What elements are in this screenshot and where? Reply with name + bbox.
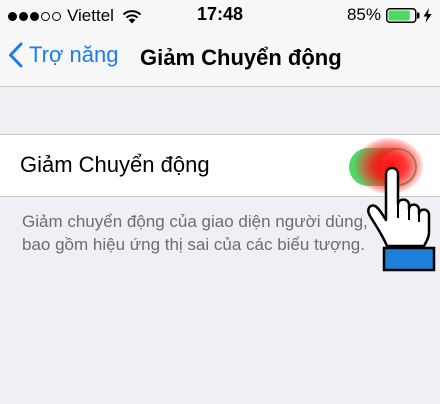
status-right: 85% bbox=[347, 5, 432, 25]
back-label: Trợ năng bbox=[29, 42, 119, 67]
back-button[interactable]: Trợ năng bbox=[8, 42, 118, 68]
battery-percent: 85% bbox=[346, 5, 381, 24]
charging-bolt-icon bbox=[423, 7, 432, 23]
navigation-bar: Trợ năng Giảm Chuyển động bbox=[0, 30, 440, 87]
settings-screen: Viettel 17:48 85% Trợ năng Giảm Chuyển đ… bbox=[0, 0, 440, 404]
status-bar: Viettel 17:48 85% bbox=[0, 0, 440, 30]
pointing-hand-icon bbox=[367, 166, 436, 272]
battery-icon bbox=[386, 7, 420, 23]
chevron-left-icon bbox=[9, 42, 23, 68]
reduce-motion-label: Giảm Chuyển động bbox=[20, 152, 210, 177]
page-title: Giảm Chuyển động bbox=[140, 45, 342, 70]
